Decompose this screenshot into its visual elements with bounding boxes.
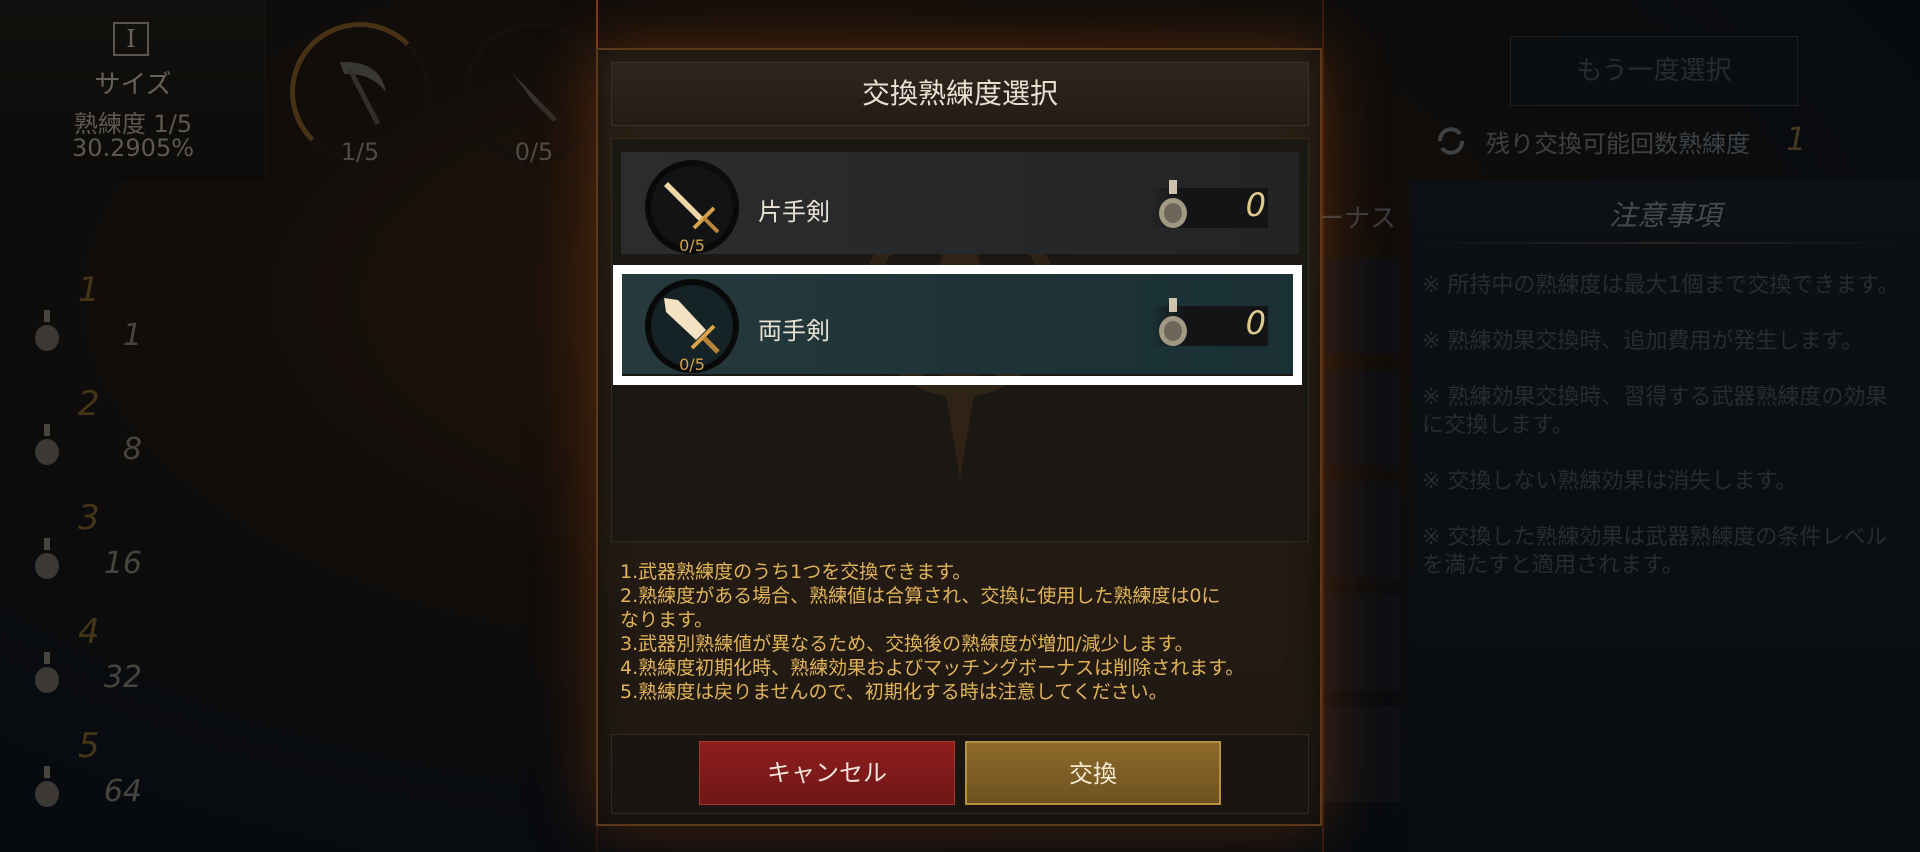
weapon-value: 0 bbox=[1245, 304, 1266, 342]
info-line: 4.熟練度初期化時、熟練効果およびマッチングボーナスは削除されます。 bbox=[620, 657, 1245, 679]
info-line: 2.熟練度がある場合、熟練値は合算され、交換に使用した熟練度は0に bbox=[620, 585, 1221, 607]
proficiency-count: 0/5 bbox=[679, 236, 705, 255]
ember-glow bbox=[1322, 0, 1324, 852]
modal-title: 交換熟練度選択 bbox=[861, 77, 1058, 110]
info-line: 5.熟練度は戻りませんので、初期化する時は注意してください。 bbox=[620, 681, 1168, 703]
weapon-name: 片手剣 bbox=[758, 198, 830, 226]
two-handed-sword-icon bbox=[664, 298, 720, 354]
weapon-value: 0 bbox=[1245, 186, 1266, 224]
proficiency-count: 0/5 bbox=[679, 355, 705, 374]
cancel-button[interactable]: キャンセル bbox=[699, 741, 955, 805]
weapon-name: 両手剣 bbox=[758, 317, 830, 345]
exchange-info: 1.武器熟練度のうち1つを交換できます。 2.熟練度がある場合、熟練値は合算され… bbox=[620, 560, 1310, 704]
info-line: なります。 bbox=[620, 609, 714, 631]
one-handed-sword-icon bbox=[664, 182, 720, 234]
info-line: 1.武器熟練度のうち1つを交換できます。 bbox=[620, 561, 972, 583]
info-line: 3.武器別熟練値が異なるため、交換後の熟練度が増加/減少します。 bbox=[620, 633, 1194, 655]
exchange-button[interactable]: 交換 bbox=[965, 741, 1221, 805]
potion-icon bbox=[1159, 180, 1187, 228]
potion-icon bbox=[1159, 298, 1187, 346]
